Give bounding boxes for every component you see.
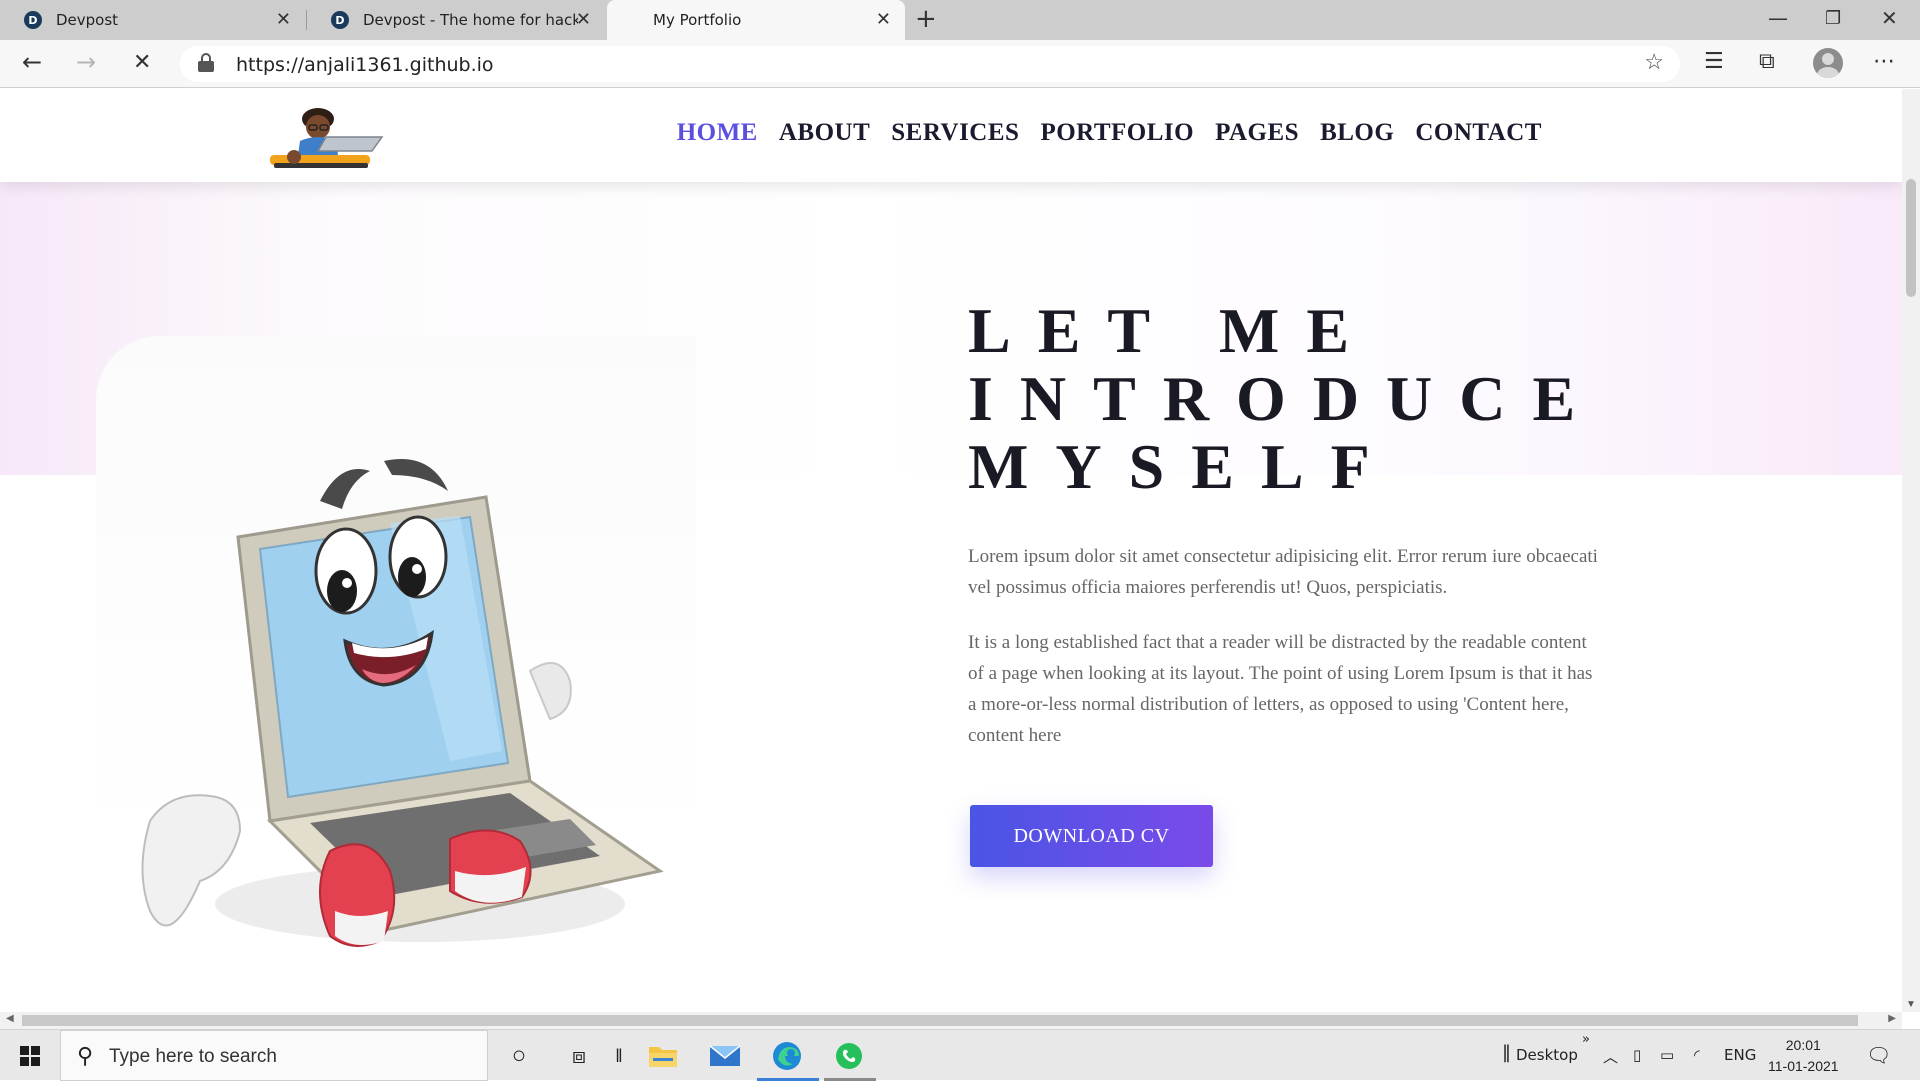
new-tab-icon[interactable]: + xyxy=(915,4,937,34)
vertical-scrollbar[interactable]: ▼ xyxy=(1902,89,1920,1012)
close-window-icon[interactable]: ✕ xyxy=(1881,6,1898,30)
favorites-list-icon[interactable]: ☰ xyxy=(1704,49,1724,74)
hero-title: LET ME INTRODUCE MYSELF xyxy=(968,297,1688,501)
tray-divider-icon: ‖ xyxy=(1502,1042,1511,1063)
address-bar[interactable]: https://anjali1361.github.io ☆ xyxy=(180,46,1680,82)
clock-time: 20:01 xyxy=(1785,1037,1821,1053)
search-placeholder: Type here to search xyxy=(109,1046,277,1067)
close-tab-icon[interactable]: ✕ xyxy=(576,9,591,30)
device-icon[interactable]: ▯ xyxy=(1633,1046,1641,1064)
lock-icon[interactable] xyxy=(198,53,214,72)
forward-arrow-icon[interactable]: → xyxy=(76,48,96,76)
stop-loading-icon[interactable]: ✕ xyxy=(133,50,151,75)
download-cv-button[interactable]: DOWNLOAD CV xyxy=(970,805,1213,867)
close-tab-icon[interactable]: ✕ xyxy=(876,9,891,30)
favorite-star-icon[interactable]: ☆ xyxy=(1644,49,1664,75)
wifi-icon[interactable]: ◜ xyxy=(1694,1046,1700,1064)
laptop-mascot-illustration xyxy=(141,459,664,947)
tab-title: My Portfolio xyxy=(653,11,742,29)
hero-title-line: MYSELF xyxy=(968,431,1397,502)
scrollbar-thumb[interactable] xyxy=(22,1015,1858,1026)
notifications-icon[interactable]: 🗨 xyxy=(1866,1043,1891,1067)
page-viewport: HOME ABOUT SERVICES PORTFOLIO PAGES BLOG… xyxy=(0,89,1902,1012)
windows-taskbar: ⚲ Type here to search ○ ⧈ ‖ ‖ Desktop » … xyxy=(0,1029,1920,1081)
devpost-favicon-icon: D xyxy=(24,11,42,29)
nav-pages[interactable]: PAGES xyxy=(1215,119,1299,147)
tab-my-portfolio[interactable]: My Portfolio ✕ xyxy=(607,0,905,40)
site-header: HOME ABOUT SERVICES PORTFOLIO PAGES BLOG… xyxy=(0,89,1902,182)
devpost-favicon-icon: D xyxy=(331,11,349,29)
taskbar-search-box[interactable]: ⚲ Type here to search xyxy=(60,1030,488,1081)
collections-icon[interactable]: ⧉ xyxy=(1759,49,1775,74)
nav-services[interactable]: SERVICES xyxy=(891,119,1019,147)
main-nav: HOME ABOUT SERVICES PORTFOLIO PAGES BLOG… xyxy=(677,119,1542,147)
cortana-icon[interactable]: ○ xyxy=(503,1040,535,1072)
profile-avatar-icon[interactable] xyxy=(1813,48,1843,78)
minimize-icon[interactable]: — xyxy=(1768,6,1788,30)
close-tab-icon[interactable]: ✕ xyxy=(276,9,291,30)
windows-start-icon[interactable] xyxy=(20,1046,40,1066)
more-menu-icon[interactable]: ⋯ xyxy=(1873,49,1895,74)
nav-blog[interactable]: BLOG xyxy=(1320,119,1394,147)
system-clock[interactable]: 20:01 11-01-2021 xyxy=(1768,1035,1839,1077)
taskbar-divider-icon: ‖ xyxy=(615,1045,623,1066)
logo-avatar-icon[interactable] xyxy=(260,103,385,171)
scrollbar-thumb[interactable] xyxy=(1906,179,1916,297)
show-hidden-icons-icon[interactable]: ︿ xyxy=(1603,1046,1618,1067)
restore-icon[interactable]: ❐ xyxy=(1825,8,1841,29)
scroll-down-arrow-icon[interactable]: ▼ xyxy=(1906,999,1916,1010)
browser-tab-strip: D Devpost ✕ D Devpost - The home for hac… xyxy=(0,0,1920,40)
nav-contact[interactable]: CONTACT xyxy=(1415,119,1542,147)
url-text[interactable]: https://anjali1361.github.io xyxy=(236,54,494,76)
hero-title-line: INTRODUCE xyxy=(968,363,1603,434)
whatsapp-icon[interactable] xyxy=(833,1040,865,1072)
browser-toolbar: ← → ✕ https://anjali1361.github.io ☆ ☰ ⧉… xyxy=(0,40,1920,88)
scroll-left-arrow-icon[interactable]: ◀ xyxy=(6,1013,14,1024)
edge-browser-icon[interactable] xyxy=(771,1040,803,1072)
nav-home[interactable]: HOME xyxy=(677,119,758,147)
toolbar-overflow-icon[interactable]: » xyxy=(1582,1032,1590,1047)
tab-title: Devpost - The home for hackath xyxy=(363,11,578,29)
tab-title: Devpost xyxy=(56,11,119,29)
horizontal-scrollbar[interactable]: ◀ ▶ xyxy=(0,1012,1902,1029)
tab-devpost-home[interactable]: D Devpost - The home for hackath ✕ xyxy=(307,0,605,40)
search-icon: ⚲ xyxy=(77,1043,94,1068)
back-arrow-icon[interactable]: ← xyxy=(22,48,42,76)
nav-about[interactable]: ABOUT xyxy=(779,119,870,147)
file-explorer-icon[interactable] xyxy=(647,1040,679,1072)
language-indicator[interactable]: ENG xyxy=(1724,1046,1756,1064)
battery-icon[interactable]: ▭ xyxy=(1660,1046,1674,1064)
clock-date: 11-01-2021 xyxy=(1768,1058,1839,1074)
mail-icon[interactable] xyxy=(709,1040,741,1072)
desktop-toolbar-label[interactable]: Desktop xyxy=(1516,1046,1578,1064)
hero-title-line: LET ME xyxy=(968,295,1376,366)
hero-body-paragraph: It is a long established fact that a rea… xyxy=(968,632,1593,746)
hero-intro-paragraph: Lorem ipsum dolor sit amet consectetur a… xyxy=(968,546,1598,598)
nav-portfolio[interactable]: PORTFOLIO xyxy=(1040,119,1194,147)
scroll-right-arrow-icon[interactable]: ▶ xyxy=(1888,1013,1896,1024)
tab-devpost[interactable]: D Devpost ✕ xyxy=(0,0,305,40)
task-view-icon[interactable]: ⧈ xyxy=(563,1040,595,1072)
